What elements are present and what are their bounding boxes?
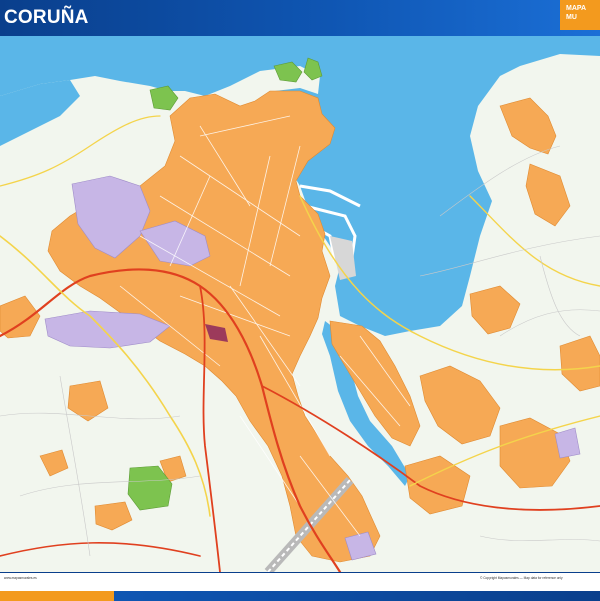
map-canvas xyxy=(0,36,600,572)
map-title: CORUÑA xyxy=(4,7,89,28)
title-bar: CORUÑA MAPA MU xyxy=(0,0,600,36)
brand-text-line2: MU xyxy=(566,14,577,21)
brand-logo: MAPA MU xyxy=(560,0,600,30)
brand-text-line1: MAPA xyxy=(566,5,587,12)
city-map xyxy=(0,36,600,572)
footer-bar: www.mapasmurales.es © Copyright Mapasmur… xyxy=(0,572,600,601)
map-poster: CORUÑA MAPA MU www.mapasmurales.es © Cop… xyxy=(0,0,600,601)
footer-right-note: © Copyright Mapasmurales — Map data for … xyxy=(480,576,563,580)
footer-left-note: www.mapasmurales.es xyxy=(4,576,37,580)
